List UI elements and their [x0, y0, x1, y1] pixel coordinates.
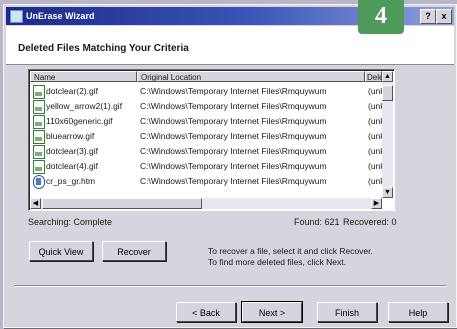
gif-file-icon [33, 130, 45, 144]
help-button[interactable]: Help [388, 302, 448, 322]
gif-file-icon [33, 115, 45, 129]
column-header-deleted-label: Delet [367, 73, 381, 82]
unerase-wizard-window: UnErase Wizard ? x Deleted Files Matchin… [3, 4, 457, 328]
original-location: C:\Windows\Temporary Internet Files\Rmqu… [140, 101, 327, 111]
original-location: C:\Windows\Temporary Internet Files\Rmqu… [140, 131, 327, 141]
scroll-up-icon[interactable]: ▲ [382, 71, 393, 82]
list-item[interactable]: 110x60generic.gif C:\Windows\Temporary In… [30, 114, 384, 129]
column-header-deleted[interactable]: Delet [365, 71, 382, 82]
horizontal-scroll-thumb[interactable] [42, 198, 202, 209]
window-title: UnErase Wizard [26, 11, 95, 21]
original-location: C:\Windows\Temporary Internet Files\Rmqu… [140, 176, 327, 186]
help-label: Help [408, 308, 428, 318]
file-name: dotclear(3).gif [46, 146, 98, 156]
quick-view-button[interactable]: Quick View [29, 241, 93, 261]
instructions: To recover a file, select it and click R… [208, 246, 373, 268]
finish-button[interactable]: Finish [317, 302, 377, 322]
list-rows: dotclear(2).gif C:\Windows\Temporary Inte… [30, 84, 384, 189]
horizontal-scrollbar[interactable]: ◀ ▶ [30, 198, 382, 209]
scroll-right-icon[interactable]: ▶ [371, 198, 382, 209]
quick-view-label: Quick View [38, 247, 84, 257]
help-title-button[interactable]: ? [420, 9, 436, 24]
recover-button[interactable]: Recover [102, 241, 166, 261]
file-name: bluearrow.gif [46, 131, 95, 141]
original-location: C:\Windows\Temporary Internet Files\Rmqu… [140, 161, 327, 171]
next-button[interactable]: Next > [241, 301, 303, 323]
button-divider [14, 285, 446, 287]
recovered-count: Recovered: 0 [343, 217, 397, 227]
back-label: < Back [192, 308, 220, 318]
vertical-scroll-thumb[interactable] [382, 85, 393, 101]
next-label: Next > [258, 308, 286, 318]
list-item[interactable]: dotclear(2).gif C:\Windows\Temporary Inte… [30, 84, 384, 99]
search-status: Searching: Complete [28, 217, 113, 227]
original-location: C:\Windows\Temporary Internet Files\Rmqu… [140, 116, 327, 126]
original-location: C:\Windows\Temporary Internet Files\Rmqu… [140, 86, 327, 96]
back-button[interactable]: < Back [176, 302, 236, 322]
file-name: yellow_arrow2(1).gif [46, 101, 123, 111]
instruction-line-1: To recover a file, select it and click R… [208, 246, 373, 256]
scroll-down-icon[interactable]: ▼ [382, 187, 393, 198]
list-item[interactable]: dotclear(4).gif C:\Windows\Temporary Inte… [30, 159, 384, 174]
column-header-location[interactable]: Original Location [137, 71, 365, 82]
list-item[interactable]: bluearrow.gif C:\Windows\Temporary Intern… [30, 129, 384, 144]
vertical-scrollbar[interactable]: ▲ ▼ [382, 71, 393, 198]
scroll-left-icon[interactable]: ◀ [30, 198, 41, 209]
file-name: 110x60generic.gif [46, 116, 113, 126]
file-name: dotclear(2).gif [46, 86, 98, 96]
htm-file-icon [33, 175, 45, 189]
list-item[interactable]: yellow_arrow2(1).gif C:\Windows\Temporary… [30, 99, 384, 114]
gif-file-icon [33, 100, 45, 114]
gif-file-icon [33, 160, 45, 174]
list-header: Name Original Location Delet [30, 71, 382, 83]
original-location: C:\Windows\Temporary Internet Files\Rmqu… [140, 146, 327, 156]
finish-label: Finish [334, 308, 359, 318]
file-name: cr_ps_gr.htm [46, 176, 96, 186]
instruction-line-2: To find more deleted files, click Next. [208, 257, 346, 267]
app-icon [10, 10, 23, 23]
page-title: Deleted Files Matching Your Criteria [18, 43, 189, 54]
list-item[interactable]: dotclear(3).gif C:\Windows\Temporary Inte… [30, 144, 384, 159]
list-item[interactable]: cr_ps_gr.htm C:\Windows\Temporary Interne… [30, 174, 384, 189]
gif-file-icon [33, 85, 45, 99]
file-name: dotclear(4).gif [46, 161, 98, 171]
recover-label: Recover [117, 247, 151, 257]
found-count: Found: 621 [294, 217, 340, 227]
deleted-files-list[interactable]: Name Original Location Delet dotclear(2)… [28, 69, 395, 211]
step-badge: 4 [358, 0, 404, 34]
column-header-name[interactable]: Name [30, 71, 137, 82]
close-title-button[interactable]: x [436, 9, 452, 24]
gif-file-icon [33, 145, 45, 159]
